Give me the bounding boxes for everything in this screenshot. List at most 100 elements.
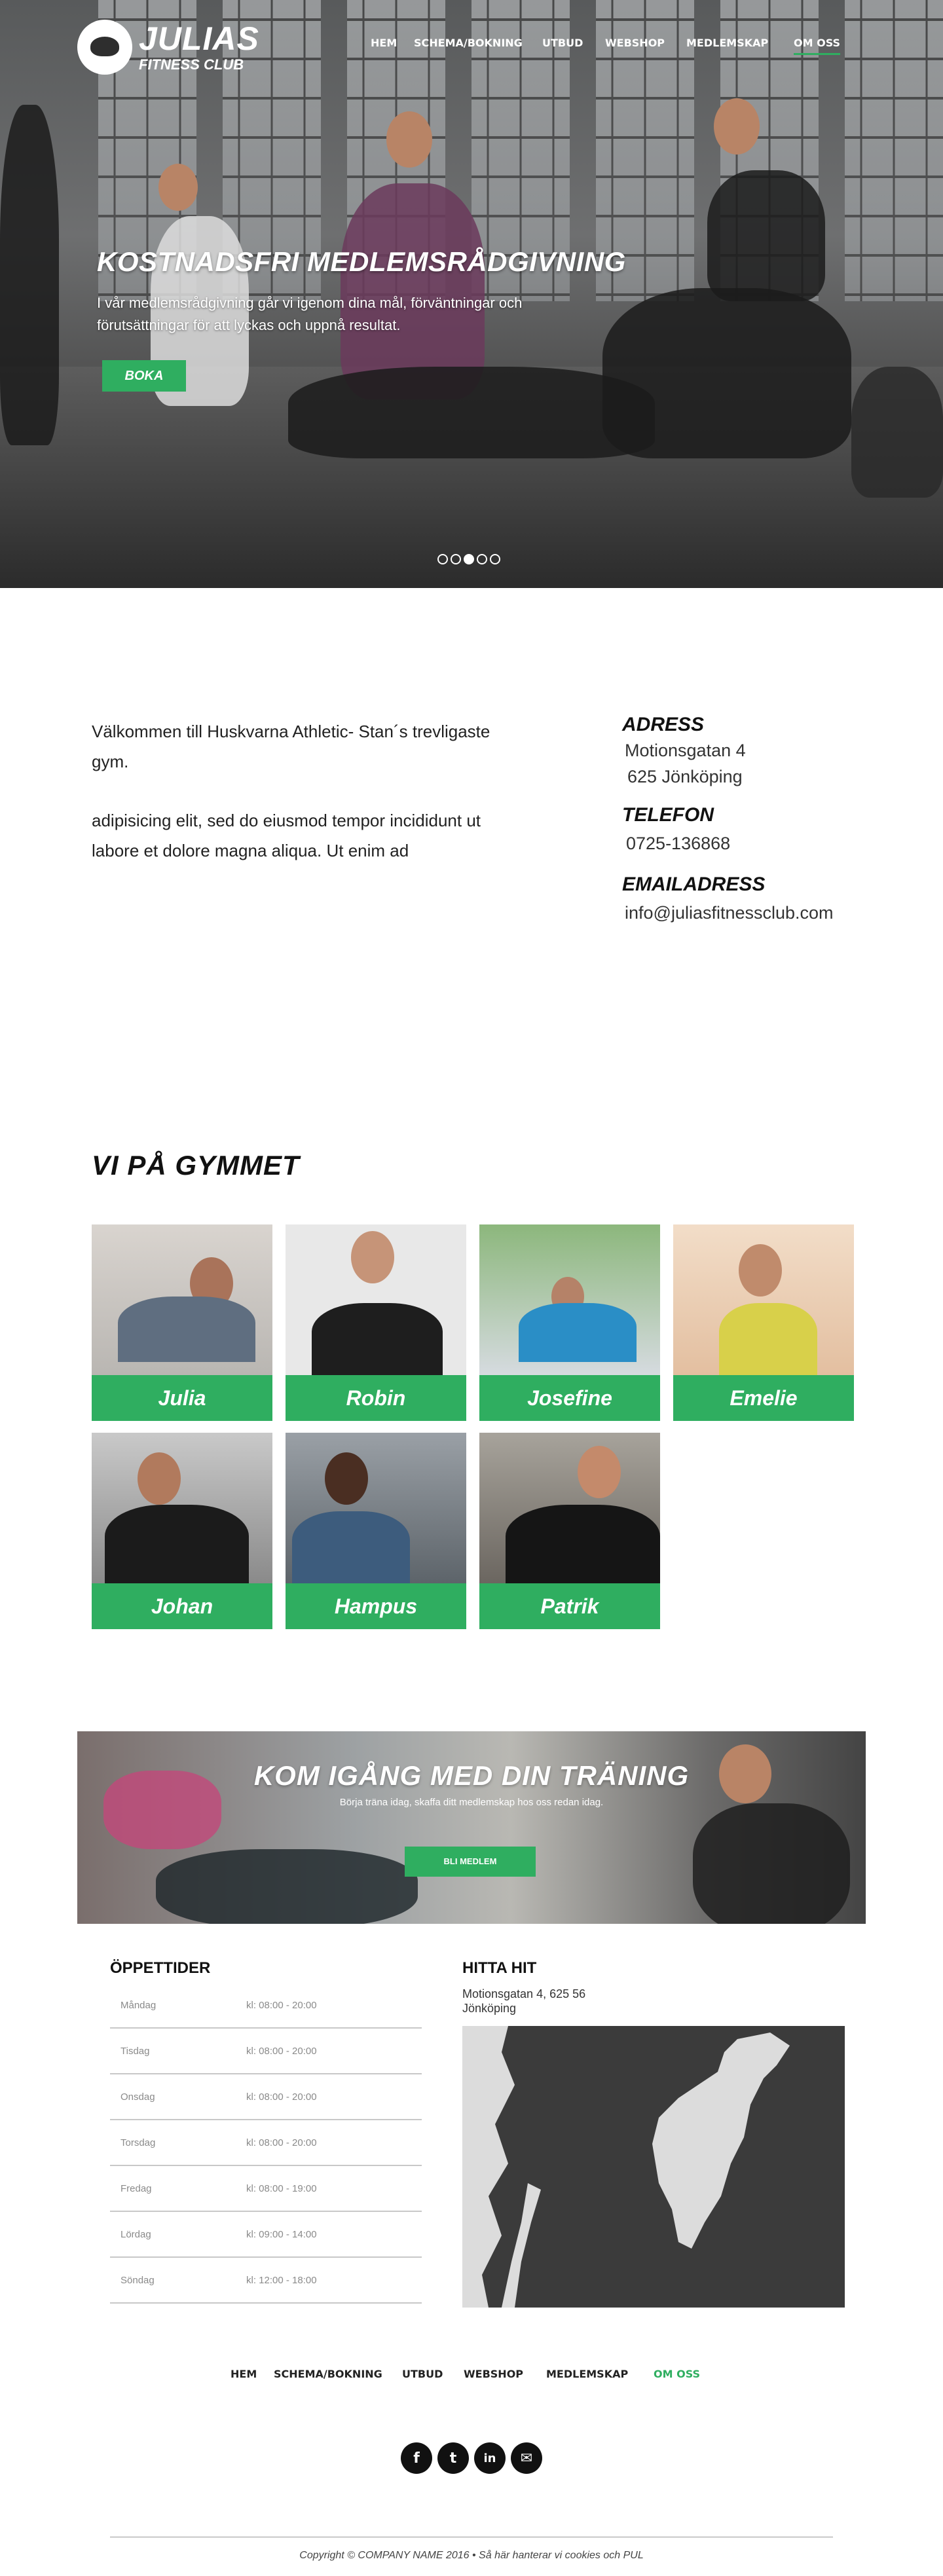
hours-day: Söndag bbox=[120, 2274, 155, 2286]
nav-item-schema-bokning[interactable]: SCHEMA/BOKNING bbox=[414, 37, 523, 49]
hours-day: Tisdag bbox=[120, 2045, 150, 2057]
hours-day: Måndag bbox=[120, 1999, 157, 2011]
email-value[interactable]: info@juliasfitnessclub.com bbox=[625, 900, 834, 926]
nav-item-hem[interactable]: HEM bbox=[371, 37, 397, 49]
map-island-gotland bbox=[652, 2033, 790, 2249]
hero-figure-head bbox=[714, 98, 760, 155]
facebook-icon[interactable]: f bbox=[401, 2442, 432, 2474]
hero-banner: JULIAS FITNESS CLUB HEM SCHEMA/BOKNING U… bbox=[0, 0, 943, 588]
boka-button[interactable]: BOKA bbox=[102, 360, 186, 392]
team-photo-head bbox=[739, 1244, 782, 1297]
team-photo-body bbox=[292, 1511, 410, 1583]
map-land-west bbox=[462, 2026, 515, 2308]
carousel-dots bbox=[437, 554, 500, 564]
carousel-dot[interactable] bbox=[451, 554, 461, 564]
bli-medlem-button[interactable]: BLI MEDLEM bbox=[405, 1847, 536, 1877]
footer-nav-utbud[interactable]: UTBUD bbox=[402, 2368, 443, 2380]
hero-figure bbox=[707, 170, 825, 301]
hours-time: kl: 09:00 - 14:00 bbox=[246, 2228, 317, 2240]
footer-nav-om-oss[interactable]: OM OSS bbox=[654, 2368, 700, 2380]
team-photo-body bbox=[105, 1505, 249, 1583]
nav-item-utbud[interactable]: UTBUD bbox=[542, 37, 583, 49]
nav-item-om-oss[interactable]: OM OSS bbox=[794, 37, 841, 55]
hours-row: Fredag kl: 08:00 - 19:00 bbox=[110, 2166, 422, 2212]
address-line-2: 625 Jönköping bbox=[627, 767, 743, 786]
team-title: VI PÅ GYMMET bbox=[92, 1150, 300, 1181]
hours-time: kl: 08:00 - 20:00 bbox=[246, 2091, 317, 2103]
intro-paragraph-2: adipisicing elit, sed do eiusmod tempor … bbox=[92, 811, 481, 860]
cta-photo-shape bbox=[156, 1849, 418, 1924]
team-card-hampus[interactable]: Hampus bbox=[286, 1433, 466, 1629]
hours-time: kl: 08:00 - 20:00 bbox=[246, 1999, 317, 2011]
address-line-1: Motionsgatan 4 bbox=[625, 741, 746, 760]
team-photo-head bbox=[138, 1452, 181, 1505]
find-address: Motionsgatan 4, 625 56 Jönköping bbox=[462, 1987, 586, 2015]
hero-figure-head bbox=[158, 164, 198, 211]
team-name: Julia bbox=[92, 1375, 272, 1421]
footer-nav-hem[interactable]: HEM bbox=[231, 2368, 257, 2380]
social-links: f t in ✉ bbox=[401, 2442, 542, 2474]
carousel-dot[interactable] bbox=[490, 554, 500, 564]
phone-value[interactable]: 0725-136868 bbox=[626, 830, 730, 856]
phone-heading: TELEFON bbox=[622, 804, 714, 826]
team-name: Hampus bbox=[286, 1583, 466, 1629]
carousel-dot[interactable] bbox=[477, 554, 487, 564]
email-icon[interactable]: ✉ bbox=[511, 2442, 542, 2474]
team-photo-body bbox=[719, 1303, 817, 1375]
hours-time: kl: 12:00 - 18:00 bbox=[246, 2274, 317, 2286]
twitter-icon[interactable]: t bbox=[437, 2442, 469, 2474]
hours-day: Lördag bbox=[120, 2228, 151, 2240]
hero-figure bbox=[602, 288, 851, 458]
cta-title: KOM IGÅNG MED DIN TRÄNING bbox=[253, 1760, 690, 1791]
team-card-emelie[interactable]: Emelie bbox=[673, 1224, 854, 1421]
hours-time: kl: 08:00 - 20:00 bbox=[246, 2137, 317, 2148]
nav-item-medlemskap[interactable]: MEDLEMSKAP bbox=[686, 37, 768, 49]
team-name: Patrik bbox=[479, 1583, 660, 1629]
map-graphic bbox=[462, 2026, 790, 2308]
team-photo-body bbox=[118, 1297, 255, 1362]
footer-nav: HEM SCHEMA/BOKNING UTBUD WEBSHOP MEDLEMS… bbox=[0, 2368, 943, 2383]
cta-banner: KOM IGÅNG MED DIN TRÄNING Börja träna id… bbox=[77, 1731, 866, 1924]
hero-figure-head bbox=[386, 111, 432, 168]
cta-photo-shape bbox=[693, 1803, 850, 1924]
hours-day: Onsdag bbox=[120, 2091, 155, 2103]
carousel-dot-active[interactable] bbox=[464, 554, 474, 564]
team-name: Johan bbox=[92, 1583, 272, 1629]
copyright: Copyright © COMPANY NAME 2016 • Så här h… bbox=[299, 2550, 644, 2561]
linkedin-icon[interactable]: in bbox=[474, 2442, 506, 2474]
team-card-robin[interactable]: Robin bbox=[286, 1224, 466, 1421]
footer-nav-medlemskap[interactable]: MEDLEMSKAP bbox=[546, 2368, 628, 2380]
nav-item-webshop[interactable]: WEBSHOP bbox=[605, 37, 665, 49]
address-heading: ADRESS bbox=[622, 714, 705, 735]
team-name: Robin bbox=[286, 1375, 466, 1421]
team-card-johan[interactable]: Johan bbox=[92, 1433, 272, 1629]
map-island bbox=[502, 2183, 541, 2308]
hours-row: Tisdag kl: 08:00 - 20:00 bbox=[110, 2029, 422, 2074]
team-photo-body bbox=[506, 1505, 660, 1583]
hours-time: kl: 08:00 - 19:00 bbox=[246, 2182, 317, 2194]
team-name: Emelie bbox=[673, 1375, 854, 1421]
team-card-josefine[interactable]: Josefine bbox=[479, 1224, 660, 1421]
hero-content: KOSTNADSFRI MEDLEMSRÅDGIVNING I vår medl… bbox=[97, 246, 626, 337]
hours-table: Måndag kl: 08:00 - 20:00 Tisdag kl: 08:00 … bbox=[110, 1983, 422, 2304]
team-card-julia[interactable]: Julia bbox=[92, 1224, 272, 1421]
hours-day: Fredag bbox=[120, 2182, 152, 2194]
carousel-dot[interactable] bbox=[437, 554, 448, 564]
hours-row: Torsdag kl: 08:00 - 20:00 bbox=[110, 2120, 422, 2166]
hero-title: KOSTNADSFRI MEDLEMSRÅDGIVNING bbox=[97, 246, 626, 277]
hours-row: Onsdag kl: 08:00 - 20:00 bbox=[110, 2074, 422, 2120]
hero-figure bbox=[851, 367, 943, 498]
main-nav: HEM SCHEMA/BOKNING UTBUD WEBSHOP MEDLEMS… bbox=[0, 37, 943, 55]
cta-subtitle: Börja träna idag, skaffa ditt medlemskap… bbox=[339, 1797, 604, 1808]
footer-nav-schema-bokning[interactable]: SCHEMA/BOKNING bbox=[274, 2368, 382, 2380]
team-name: Josefine bbox=[479, 1375, 660, 1421]
footer-nav-webshop[interactable]: WEBSHOP bbox=[464, 2368, 523, 2380]
team-photo-head bbox=[325, 1452, 368, 1505]
team-card-patrik[interactable]: Patrik bbox=[479, 1433, 660, 1629]
hours-row: Lördag kl: 09:00 - 14:00 bbox=[110, 2212, 422, 2258]
hero-figure bbox=[288, 367, 655, 458]
hero-figure bbox=[0, 105, 59, 445]
hours-row: Söndag kl: 12:00 - 18:00 bbox=[110, 2258, 422, 2304]
hours-title: ÖPPETTIDER bbox=[110, 1959, 211, 1977]
map[interactable] bbox=[462, 2026, 845, 2308]
